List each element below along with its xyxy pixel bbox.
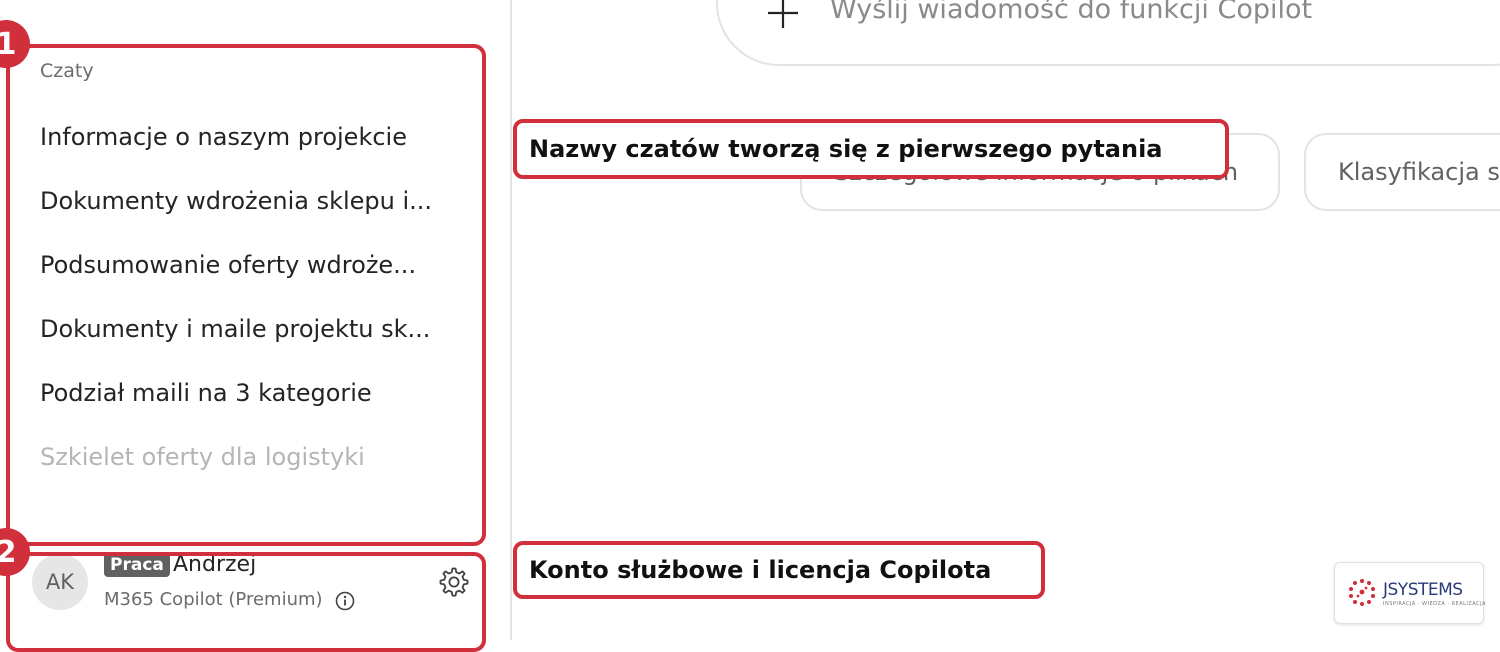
gear-icon[interactable]	[436, 564, 472, 604]
jsystems-logo: JSYSTEMS INSPIRACJA · WIEDZA · REALIZACJ…	[1334, 562, 1486, 624]
chat-item[interactable]: Informacje o naszym projekcie	[40, 123, 450, 151]
chats-section-title: Czaty	[40, 60, 94, 82]
logo-brand: JSYSTEMS	[1383, 580, 1463, 600]
work-badge: Praca	[104, 553, 170, 577]
avatar[interactable]: AK	[32, 554, 88, 610]
user-name: Andrzej	[173, 552, 257, 577]
suggestion-chip[interactable]: Klasyfikacja s	[1304, 133, 1500, 211]
logo-tagline: INSPIRACJA · WIEDZA · REALIZACJA	[1383, 601, 1486, 607]
logo-mark-icon	[1349, 579, 1375, 606]
sidebar-divider	[510, 0, 512, 640]
chat-item[interactable]: Dokumenty i maile projektu sk...	[40, 315, 450, 343]
chat-item[interactable]: Dokumenty wdrożenia sklepu i...	[40, 187, 450, 215]
composer-placeholder[interactable]: Wyślij wiadomość do funkcji Copilot	[830, 0, 1312, 25]
chat-item[interactable]: Podsumowanie oferty wdroże...	[40, 251, 450, 279]
chat-item[interactable]: Szkielet oferty dla logistyki	[40, 443, 450, 471]
info-icon[interactable]	[334, 590, 356, 616]
plus-icon[interactable]	[766, 0, 800, 34]
annotation-account-label: Konto służbowe i licencja Copilota	[513, 541, 1045, 599]
license-label: M365 Copilot (Premium)	[104, 589, 323, 610]
sidebar: Czaty Informacje o naszym projekcie Doku…	[0, 0, 510, 640]
chat-item[interactable]: Podział maili na 3 kategorie	[40, 379, 450, 407]
annotation-chats-label: Nazwy czatów tworzą się z pierwszego pyt…	[513, 119, 1229, 179]
